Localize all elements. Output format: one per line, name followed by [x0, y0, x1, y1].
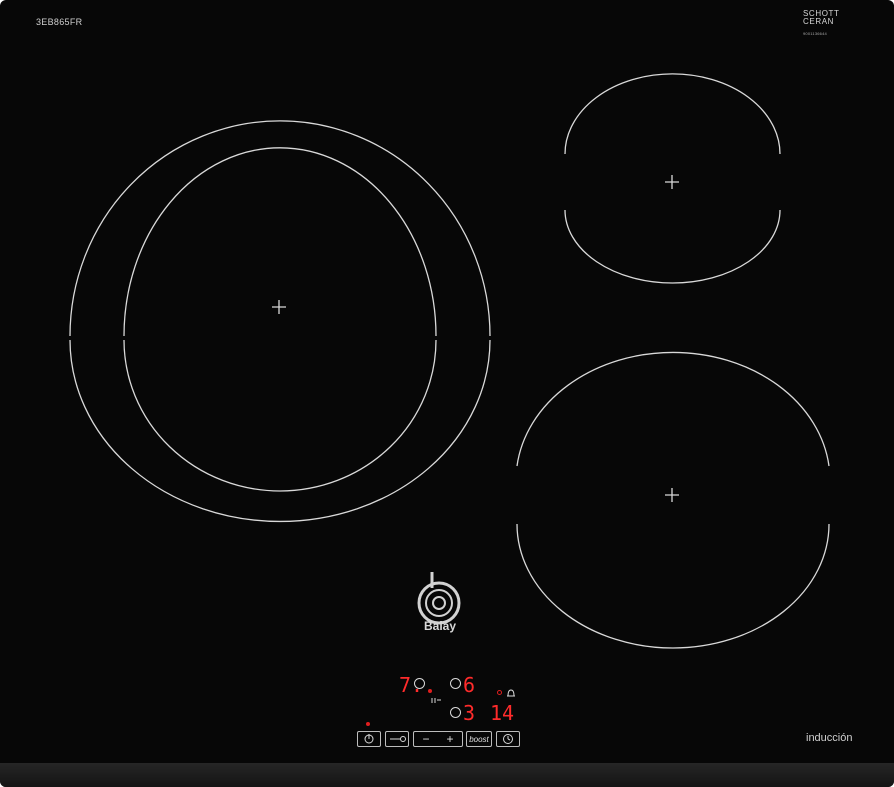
brand-name: Balay — [423, 619, 457, 633]
zone-large-inner-ring-top — [123, 147, 437, 337]
zone-medium-front-right[interactable] — [516, 351, 830, 649]
timer-display: 14 — [490, 701, 515, 725]
child-lock-button[interactable] — [385, 731, 409, 747]
boost-label: boost — [469, 734, 489, 744]
zone-medium-ring-bottom — [516, 523, 830, 649]
power-level-slider[interactable]: − + — [413, 731, 463, 747]
zone-large-inner-ring-bottom — [123, 339, 437, 492]
zone-small-rear-right[interactable] — [564, 73, 781, 284]
induction-label: inducción — [806, 732, 853, 744]
zone-small-ring-top — [564, 73, 781, 155]
zone-front-level-display: 3 — [463, 701, 476, 725]
zone-left-select-button[interactable] — [414, 678, 425, 689]
zone-medium-ring-top — [516, 351, 830, 467]
zone-small-ring-bottom — [564, 209, 781, 284]
zone-small-center-mark — [665, 175, 679, 189]
zone-large-left[interactable] — [69, 120, 491, 523]
boost-button[interactable]: boost — [466, 731, 492, 747]
power-indicator-led — [366, 722, 370, 726]
balay-logo-icon — [417, 572, 461, 625]
zone-front-select-button[interactable] — [450, 707, 461, 718]
bell-icon — [507, 689, 515, 697]
cooktop: 3EB865FR SCHOTT CERAN 9001136644 Balay 7… — [0, 0, 894, 787]
zone-large-outer-ring-bottom — [69, 339, 491, 523]
plus-button[interactable]: + — [446, 732, 453, 746]
zone-large-center-mark — [272, 300, 286, 314]
zone-large-outer-ring-top — [69, 120, 491, 337]
zone-left-indicator-led — [428, 689, 432, 693]
timer-indicator-led — [497, 690, 502, 695]
minus-button[interactable]: − — [422, 732, 429, 746]
zone-medium-center-mark — [665, 488, 679, 502]
timer-button[interactable] — [496, 731, 520, 747]
cooking-zones — [69, 73, 830, 744]
zone-rear-select-button[interactable] — [450, 678, 461, 689]
zone-rear-level-display: 6 — [463, 673, 476, 697]
flex-zone-icon — [431, 698, 441, 703]
power-button[interactable] — [357, 731, 381, 747]
